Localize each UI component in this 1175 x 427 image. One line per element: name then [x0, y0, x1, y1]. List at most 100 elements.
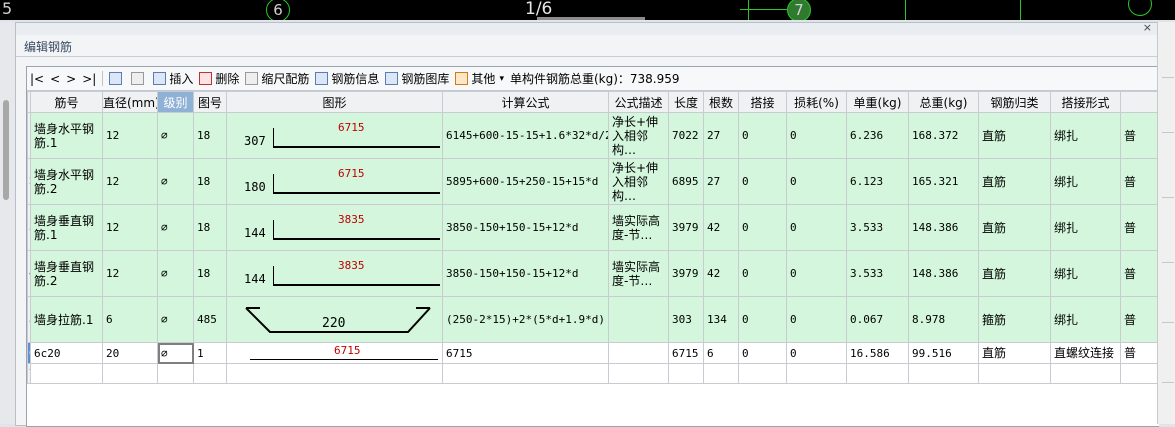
cell-diameter[interactable]: [102, 363, 158, 384]
cell-formula[interactable]: (250-2*15)+2*(5*d+1.9*d): [442, 296, 609, 343]
col-header-unit-weight[interactable]: 单重(kg): [846, 91, 909, 113]
canvas-scroll-handle[interactable]: [537, 17, 645, 20]
cell-total-weight[interactable]: 165.321: [908, 158, 979, 205]
cell-total-weight[interactable]: 168.372: [908, 112, 979, 159]
cell-shape[interactable]: 180 6715: [226, 158, 443, 205]
cell-bar-name[interactable]: 墙身水平钢筋.1: [30, 112, 103, 159]
table-row[interactable]: 4 墙身垂直钢筋.2 12 ⌀ 18 144 3835 3850-150+150…: [27, 250, 1159, 297]
cell-lap-type[interactable]: 绑扎: [1050, 204, 1121, 251]
cell-length[interactable]: 7022: [668, 112, 704, 159]
nav-prev-button[interactable]: <: [47, 67, 63, 90]
cell-count[interactable]: 27: [703, 158, 739, 205]
cell-lap[interactable]: 0: [738, 204, 787, 251]
col-header-figure-no[interactable]: 图号: [193, 91, 227, 113]
cell-bar-name[interactable]: 墙身垂直钢筋.1: [30, 204, 103, 251]
cell-count[interactable]: 6: [703, 342, 739, 364]
cell-count[interactable]: 42: [703, 204, 739, 251]
nav-last-button[interactable]: >|: [79, 67, 99, 90]
col-header-length[interactable]: 长度: [668, 91, 704, 113]
scale-rebar-button[interactable]: 缩尺配筋: [242, 67, 312, 90]
cell-bar-name[interactable]: [30, 363, 103, 384]
cell-classification[interactable]: 直筋: [978, 204, 1051, 251]
cell-grade[interactable]: ⌀: [157, 158, 194, 205]
cell-extra[interactable]: 普: [1120, 342, 1159, 364]
cell-shape[interactable]: 144 3835: [226, 204, 443, 251]
cell-diameter[interactable]: 12: [102, 204, 158, 251]
cell-shape[interactable]: [226, 363, 443, 384]
col-header-formula[interactable]: 计算公式: [442, 91, 609, 113]
cell-lap-type[interactable]: [1050, 363, 1121, 384]
cell-lap[interactable]: 0: [738, 112, 787, 159]
cell-lap[interactable]: 0: [738, 296, 787, 343]
cell-classification[interactable]: 直筋: [978, 250, 1051, 297]
cell-lap-type[interactable]: 绑扎: [1050, 250, 1121, 297]
cell-formula-desc[interactable]: [608, 342, 669, 364]
col-header-count[interactable]: 根数: [703, 91, 739, 113]
cell-formula-desc[interactable]: [608, 363, 669, 384]
cell-loss[interactable]: 0: [786, 342, 847, 364]
cell-extra[interactable]: 普: [1120, 158, 1159, 205]
cell-classification[interactable]: 直筋: [978, 342, 1051, 364]
col-header-shape[interactable]: 图形: [226, 91, 443, 113]
cell-formula-desc[interactable]: 净长+伸入相邻构…: [608, 112, 669, 159]
insert-button[interactable]: 插入: [150, 67, 196, 90]
col-header-diameter[interactable]: 直径(mm): [102, 91, 158, 113]
cell-extra[interactable]: 普: [1120, 204, 1159, 251]
cell-unit-weight[interactable]: 6.123: [846, 158, 909, 205]
other-menu-button[interactable]: 其他 ▾: [452, 67, 507, 90]
move-down-button[interactable]: [128, 67, 150, 90]
cell-figure-no[interactable]: [193, 363, 227, 384]
cell-count[interactable]: 27: [703, 112, 739, 159]
cell-unit-weight[interactable]: 3.533: [846, 204, 909, 251]
cell-grade[interactable]: ⌀: [157, 250, 194, 297]
cell-count[interactable]: 134: [703, 296, 739, 343]
cell-length[interactable]: [668, 363, 704, 384]
table-row[interactable]: 2 墙身水平钢筋.2 12 ⌀ 18 180 6715 5895+600-15+…: [27, 158, 1159, 205]
cell-bar-name[interactable]: 6c20: [30, 342, 103, 364]
col-header-classification[interactable]: 钢筋归类: [978, 91, 1051, 113]
cell-shape[interactable]: 144 3835: [226, 250, 443, 297]
cell-formula-desc[interactable]: 墙实际高度-节…: [608, 250, 669, 297]
cell-formula[interactable]: 3850-150+150-15+12*d: [442, 250, 609, 297]
cell-figure-no[interactable]: 485: [193, 296, 227, 343]
cell-diameter[interactable]: 12: [102, 112, 158, 159]
cell-lap[interactable]: 0: [738, 250, 787, 297]
cell-lap-type[interactable]: 绑扎: [1050, 112, 1121, 159]
cell-total-weight[interactable]: 99.516: [908, 342, 979, 364]
col-header-formula-desc[interactable]: 公式描述: [608, 91, 669, 113]
cell-extra[interactable]: 普: [1120, 296, 1159, 343]
cell-shape[interactable]: 6715: [226, 342, 443, 364]
cell-loss[interactable]: 0: [786, 112, 847, 159]
cell-figure-no[interactable]: 18: [193, 158, 227, 205]
cell-shape[interactable]: 307 6715: [226, 112, 443, 159]
cell-figure-no[interactable]: 1: [193, 342, 227, 364]
table-row[interactable]: 5 墙身拉筋.1 6 ⌀ 485 220: [27, 296, 1159, 343]
cell-lap-type[interactable]: 绑扎: [1050, 296, 1121, 343]
cell-unit-weight[interactable]: 0.067: [846, 296, 909, 343]
cell-loss[interactable]: 0: [786, 296, 847, 343]
cell-unit-weight[interactable]: [846, 363, 909, 384]
cell-count[interactable]: [703, 363, 739, 384]
rebar-info-button[interactable]: 钢筋信息: [312, 67, 382, 90]
cell-figure-no[interactable]: 18: [193, 250, 227, 297]
cell-diameter[interactable]: 12: [102, 158, 158, 205]
cell-loss[interactable]: 0: [786, 204, 847, 251]
cell-classification[interactable]: [978, 363, 1051, 384]
cell-shape[interactable]: 220: [226, 296, 443, 343]
col-header-loss[interactable]: 损耗(%): [786, 91, 847, 113]
cell-classification[interactable]: 箍筋: [978, 296, 1051, 343]
cell-diameter[interactable]: 12: [102, 250, 158, 297]
cell-formula[interactable]: [442, 363, 609, 384]
cell-length[interactable]: 303: [668, 296, 704, 343]
nav-next-button[interactable]: >: [63, 67, 79, 90]
cell-bar-name[interactable]: 墙身水平钢筋.2: [30, 158, 103, 205]
table-row[interactable]: 3 墙身垂直钢筋.1 12 ⌀ 18 144 3835 3850-150+150…: [27, 204, 1159, 251]
cell-loss[interactable]: [786, 363, 847, 384]
cad-canvas-strip[interactable]: 5 6 1/6 7: [0, 0, 1175, 20]
cell-formula-desc[interactable]: 净长+伸入相邻构…: [608, 158, 669, 205]
cell-total-weight[interactable]: 148.386: [908, 250, 979, 297]
cell-grade[interactable]: [157, 363, 194, 384]
cell-loss[interactable]: 0: [786, 158, 847, 205]
col-header-lap[interactable]: 搭接: [738, 91, 787, 113]
cell-lap-type[interactable]: 绑扎: [1050, 158, 1121, 205]
